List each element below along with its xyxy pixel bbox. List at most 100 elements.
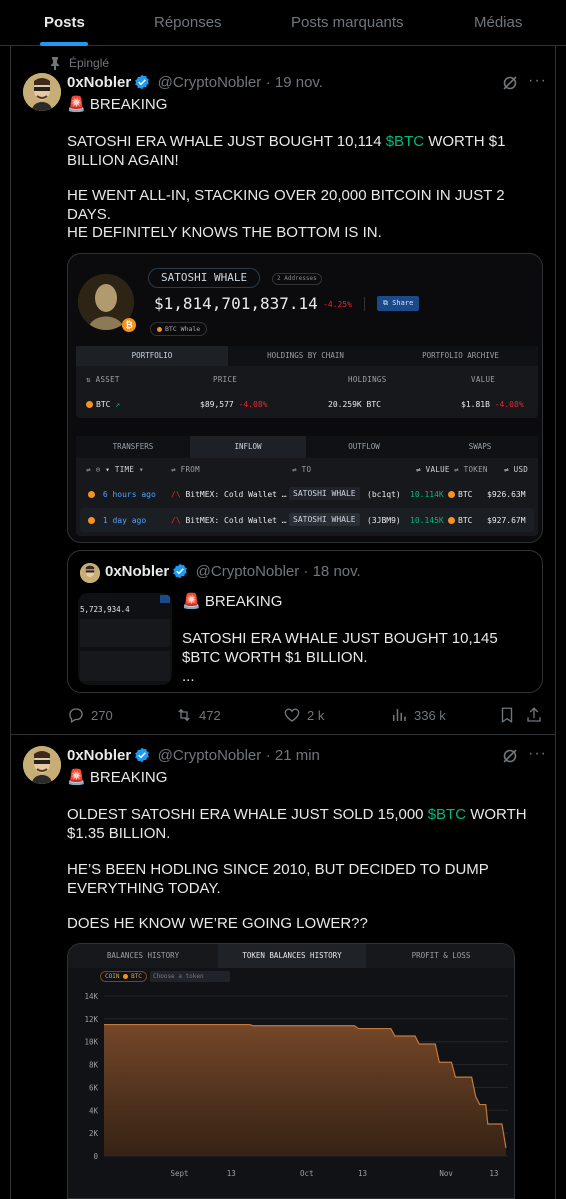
col-usd: ⇌ USD [504,465,529,474]
siren-icon: 🚨 [67,769,86,786]
tweet-time[interactable]: 21 min [275,747,320,764]
profile-tabs: Posts Réponses Posts marquants Médias [0,0,566,46]
reply-icon [69,708,83,723]
tab-outflow[interactable]: OUTFLOW [306,436,422,458]
x-tick-label: Sept [170,1169,188,1178]
y-tick-label: 4K [89,1106,99,1115]
col-asset: ⇅ ASSET [86,375,120,384]
author-name[interactable]: 0xNobler [67,74,131,91]
grok-icon[interactable] [502,75,518,91]
tweet1-text-line1: SATOSHI ERA WHALE JUST BOUGHT 10,114 $BT… [67,133,506,169]
heart-icon [284,708,300,722]
avatar[interactable] [23,73,61,111]
quoted-tweet[interactable]: 0xNobler @CryptoNobler · 18 nov. 5,723,9… [67,550,543,693]
more-options-icon[interactable]: ··· [528,72,547,90]
quote-author-handle: @CryptoNobler [195,563,300,580]
y-tick-label: 0 [93,1152,98,1161]
siren-icon: 🚨 [67,96,86,113]
breaking-label: BREAKING [204,593,283,610]
thumb-table [80,619,170,647]
row-to-addr: (bc1qt) [367,490,401,499]
row-from: /\ BitMEX: Cold Wallet … [171,516,287,525]
repost-button[interactable]: 472 [175,706,221,724]
tab-balances-history[interactable]: BALANCES HISTORY [68,944,218,968]
share-button[interactable]: ⧉ Share [377,296,420,311]
quote-author-name[interactable]: 0xNobler [105,563,169,580]
like-button[interactable]: 2 k [283,706,324,724]
y-tick-label: 12K [84,1015,98,1024]
tweet-time[interactable]: 19 nov. [275,74,323,91]
entity-tag: BTC Whale [150,322,208,336]
y-tick-label: 10K [84,1038,98,1047]
thumb-value: 5,723,934.4 [80,605,130,614]
entity-name: SATOSHI WHALE [148,268,261,288]
row-to[interactable]: SATOSHI WHALE [289,513,360,526]
tweet2-header: 0xNobler @CryptoNobler · 21 min [67,747,320,764]
tab-swaps[interactable]: SWAPS [422,436,538,458]
share-icon[interactable] [525,706,543,724]
tab-token-balances-history[interactable]: TOKEN BALANCES HISTORY [218,944,366,968]
author-name[interactable]: 0xNobler [67,747,131,764]
col-from: ⇌ FROM [171,465,200,474]
x-tick-label: 13 [489,1169,498,1178]
tab-portfolio-archive[interactable]: PORTFOLIO ARCHIVE [383,346,538,366]
row-token: BTC [448,490,472,499]
tab-highlights[interactable]: Posts marquants [291,0,404,46]
row-to-addr: (3JBM9) [367,516,401,525]
tweet2-text-line2: HE’S BEEN HODLING SINCE 2010, BUT DECIDE… [67,861,489,897]
reply-button[interactable]: 270 [67,706,113,724]
row-holdings: 20.259K BTC [328,400,381,409]
tab-portfolio[interactable]: PORTFOLIO [76,346,228,366]
avatar[interactable] [23,746,61,784]
x-tick-label: 13 [358,1169,367,1178]
active-tab-indicator [40,42,88,46]
tweet2-text-line3: DOES HE KNOW WE’RE GOING LOWER?? [67,915,368,932]
cashtag-link[interactable]: $BTC [428,806,466,823]
tab-transfers[interactable]: TRANSFERS [76,436,190,458]
tab-media[interactable]: Médias [474,0,522,46]
thumb-table [80,651,170,681]
thumb-share-button [160,595,170,603]
attached-image-card[interactable]: ₿ SATOSHI WHALE 2 Addresses $1,814,701,8… [67,253,543,543]
tab-posts[interactable]: Posts [44,0,85,46]
tab-profit-loss[interactable]: PROFIT & LOSS [366,944,514,968]
pin-icon [51,56,59,70]
more-options-icon[interactable]: ··· [528,745,547,763]
btc-badge-icon: ₿ [122,318,136,332]
transfer-row[interactable]: 6 hours ago /\ BitMEX: Cold Wallet … SAT… [76,480,538,508]
row-value: $1.81B -4.08% [461,400,524,409]
transfer-row[interactable]: 1 day ago /\ BitMEX: Cold Wallet … SATOS… [80,508,534,532]
transfers-table: TRANSFERS INFLOW OUTFLOW SWAPS ⇌ ⊙ ▾ TIM… [76,436,538,536]
row-token: BTC [448,516,472,525]
row-usd: $926.63M [487,490,526,499]
verified-badge-icon [135,74,150,90]
tweet2-text-line1: OLDEST SATOSHI ERA WHALE JUST SOLD 15,00… [67,806,527,842]
quote-header: 0xNobler @CryptoNobler · 18 nov. [105,563,361,580]
views-icon [393,709,406,721]
author-handle[interactable]: @CryptoNobler [158,747,262,764]
verified-badge-icon [135,747,150,763]
tab-holdings-by-chain[interactable]: HOLDINGS BY CHAIN [228,346,383,366]
chart-image-card[interactable]: BALANCES HISTORY TOKEN BALANCES HISTORY … [67,943,515,1199]
quote-breaking: 🚨 BREAKING [182,592,282,611]
tweet1-text-line2: HE WENT ALL-IN, STACKING OVER 20,000 BIT… [67,187,505,223]
y-tick-label: 6K [89,1083,99,1092]
col-to: ⇌ TO [292,465,312,474]
tab-replies[interactable]: Réponses [154,0,222,46]
tweet-separator [10,734,556,735]
breaking-label: BREAKING [89,769,168,786]
row-price: $89,577 -4.08% [200,400,268,409]
quote-text: SATOSHI ERA WHALE JUST BOUGHT 10,145 $BT… [182,630,498,666]
col-value: VALUE [471,375,496,384]
divider [364,297,365,311]
row-to[interactable]: SATOSHI WHALE [289,487,360,500]
tweet1-header: 0xNobler @CryptoNobler · 19 nov. [67,74,323,91]
author-handle[interactable]: @CryptoNobler [158,74,262,91]
entity-value: $1,814,701,837.14 [154,294,318,313]
x-tick-label: Nov [439,1169,453,1178]
bookmark-icon[interactable] [498,706,516,724]
views-button[interactable]: 336 k [390,706,446,724]
cashtag-link[interactable]: $BTC [386,133,424,150]
grok-icon[interactable] [502,748,518,764]
tab-inflow[interactable]: INFLOW [190,436,306,458]
